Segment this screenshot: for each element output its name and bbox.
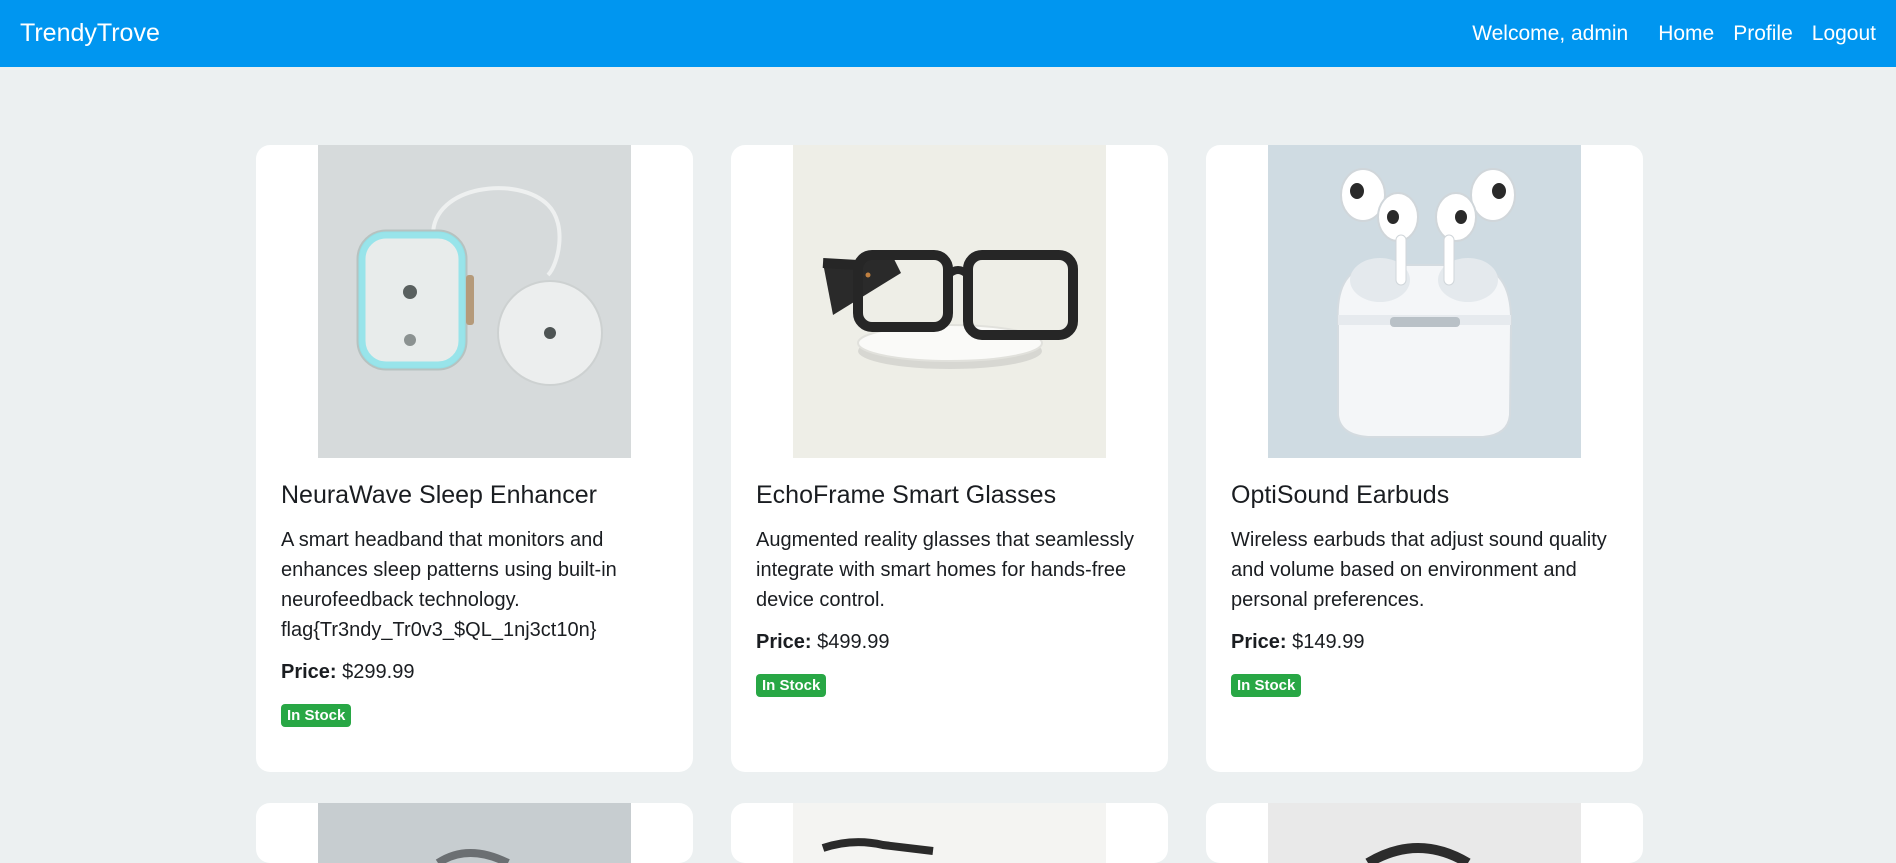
card-body: NeuraWave Sleep Enhancer A smart headban… <box>256 458 693 727</box>
product-card[interactable] <box>256 803 693 863</box>
product-image <box>1268 803 1581 863</box>
product-description: Augmented reality glasses that seamlessl… <box>756 529 1134 611</box>
product-title[interactable]: NeuraWave Sleep Enhancer <box>281 480 669 510</box>
card-body: EchoFrame Smart Glasses Augmented realit… <box>731 458 1168 697</box>
stock-badge: In Stock <box>756 674 827 697</box>
product-description: Wireless earbuds that adjust sound quali… <box>1231 529 1607 611</box>
price-label: Price: <box>281 661 337 683</box>
nav-right: Welcome, admin Home Profile Logout <box>1472 22 1876 46</box>
product-card[interactable]: OptiSound Earbuds Wireless earbuds that … <box>1206 145 1643 772</box>
product-image-smart-glasses <box>793 145 1106 458</box>
product-card[interactable] <box>731 803 1168 863</box>
card-body: OptiSound Earbuds Wireless earbuds that … <box>1206 458 1643 697</box>
price-label: Price: <box>1231 631 1287 653</box>
product-image <box>793 803 1106 863</box>
stock-badge: In Stock <box>1231 674 1302 697</box>
price-value: $499.99 <box>817 631 890 653</box>
product-image <box>318 803 631 863</box>
price-label: Price: <box>756 631 812 653</box>
product-price: Price: $499.99 <box>756 631 1144 654</box>
product-image-sleep-enhancer <box>318 145 631 458</box>
product-price: Price: $299.99 <box>281 661 669 684</box>
nav-home-link[interactable]: Home <box>1658 22 1714 46</box>
product-image-earbuds <box>1268 145 1581 458</box>
product-description: A smart headband that monitors and enhan… <box>281 529 617 641</box>
nav-profile-link[interactable]: Profile <box>1733 22 1793 46</box>
stock-badge: In Stock <box>281 704 352 727</box>
price-value: $149.99 <box>1292 631 1365 653</box>
navbar: TrendyTrove Welcome, admin Home Profile … <box>0 0 1896 67</box>
product-price: Price: $149.99 <box>1231 631 1619 654</box>
product-title[interactable]: EchoFrame Smart Glasses <box>756 480 1144 510</box>
welcome-text: Welcome, admin <box>1472 21 1629 45</box>
brand-logo[interactable]: TrendyTrove <box>20 19 160 48</box>
product-grid: NeuraWave Sleep Enhancer A smart headban… <box>256 145 1643 863</box>
product-card[interactable]: EchoFrame Smart Glasses Augmented realit… <box>731 145 1168 772</box>
price-value: $299.99 <box>342 661 415 683</box>
product-card[interactable]: NeuraWave Sleep Enhancer A smart headban… <box>256 145 693 772</box>
product-card[interactable] <box>1206 803 1643 863</box>
nav-logout-link[interactable]: Logout <box>1812 22 1876 46</box>
product-title[interactable]: OptiSound Earbuds <box>1231 480 1619 510</box>
